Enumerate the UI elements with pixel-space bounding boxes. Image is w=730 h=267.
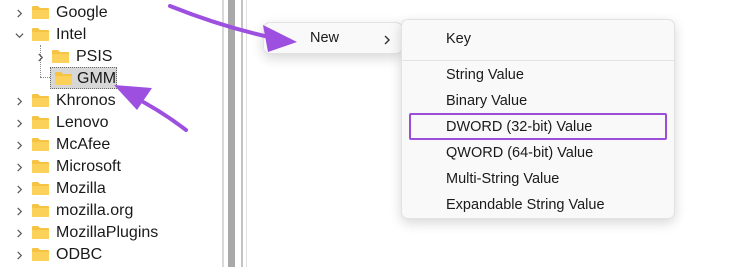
chevron-down-icon[interactable] [14, 24, 24, 46]
menu-item-new-label: New [310, 30, 340, 46]
tree-connector [40, 77, 50, 78]
tree-item-lenovo[interactable]: Lenovo [56, 112, 109, 134]
tree-item-mozilla-org[interactable]: mozilla.org [56, 200, 133, 222]
menu-item-new[interactable]: New [264, 23, 404, 53]
chevron-right-icon[interactable] [14, 178, 24, 200]
menu-item-binary-value[interactable]: Binary Value [402, 88, 674, 114]
tree-item-gmm[interactable]: GMM [77, 68, 116, 90]
chevron-right-icon [382, 33, 392, 45]
pane-splitter[interactable] [241, 0, 243, 267]
chevron-right-icon[interactable] [14, 156, 24, 178]
folder-icon [31, 5, 50, 20]
menu-item-multi-string-value-label: Multi-String Value [446, 171, 560, 187]
folder-icon [31, 203, 50, 218]
menu-item-qword-value-label: QWORD (64-bit) Value [446, 145, 594, 161]
folder-icon [31, 115, 50, 130]
tree-item-khronos[interactable]: Khronos [56, 90, 116, 112]
menu-item-binary-value-label: Binary Value [446, 93, 528, 109]
tree-item-intel[interactable]: Intel [56, 24, 86, 46]
tree-item-odbc[interactable]: ODBC [56, 244, 102, 266]
tree-item-google[interactable]: Google [56, 2, 108, 24]
folder-icon [31, 137, 50, 152]
chevron-right-icon[interactable] [14, 222, 24, 244]
menu-item-key[interactable]: Key [402, 26, 674, 52]
chevron-right-icon[interactable] [14, 2, 24, 24]
tree-border [222, 0, 224, 267]
folder-icon [31, 225, 50, 240]
tree-item-mcafee[interactable]: McAfee [56, 134, 110, 156]
new-submenu: Key String Value Binary Value DWORD (32-… [401, 19, 675, 219]
chevron-right-icon[interactable] [14, 200, 24, 222]
menu-item-string-value-label: String Value [446, 67, 524, 83]
dword-highlight-box [409, 113, 667, 140]
tree-item-microsoft[interactable]: Microsoft [56, 156, 121, 178]
context-menu: New [263, 22, 403, 54]
menu-item-qword-value[interactable]: QWORD (64-bit) Value [402, 140, 674, 166]
chevron-right-icon[interactable] [14, 244, 24, 266]
menu-item-key-label: Key [446, 31, 471, 47]
chevron-right-icon[interactable] [14, 112, 24, 134]
chevron-right-icon[interactable] [14, 134, 24, 156]
tree-scrollbar-thumb[interactable] [228, 0, 235, 267]
chevron-right-icon[interactable] [14, 90, 24, 112]
registry-tree: Google Intel PSIS GMM Khronos Lenovo McA… [0, 0, 222, 267]
tree-item-mozillaplugins[interactable]: MozillaPlugins [56, 222, 158, 244]
menu-item-expandable-string-value-label: Expandable String Value [446, 197, 605, 213]
folder-icon [51, 49, 70, 64]
tree-item-mozilla[interactable]: Mozilla [56, 178, 106, 200]
chevron-right-icon[interactable] [35, 46, 45, 68]
folder-icon [31, 247, 50, 262]
folder-icon [31, 159, 50, 174]
menu-item-multi-string-value[interactable]: Multi-String Value [402, 166, 674, 192]
menu-item-string-value[interactable]: String Value [402, 62, 674, 88]
menu-separator [402, 60, 674, 61]
folder-icon [31, 93, 50, 108]
folder-icon [54, 71, 73, 86]
registry-editor-window: Google Intel PSIS GMM Khronos Lenovo McA… [0, 0, 730, 267]
menu-item-expandable-string-value[interactable]: Expandable String Value [402, 192, 674, 218]
tree-item-psis[interactable]: PSIS [76, 46, 112, 68]
folder-icon [31, 181, 50, 196]
folder-icon [31, 27, 50, 42]
